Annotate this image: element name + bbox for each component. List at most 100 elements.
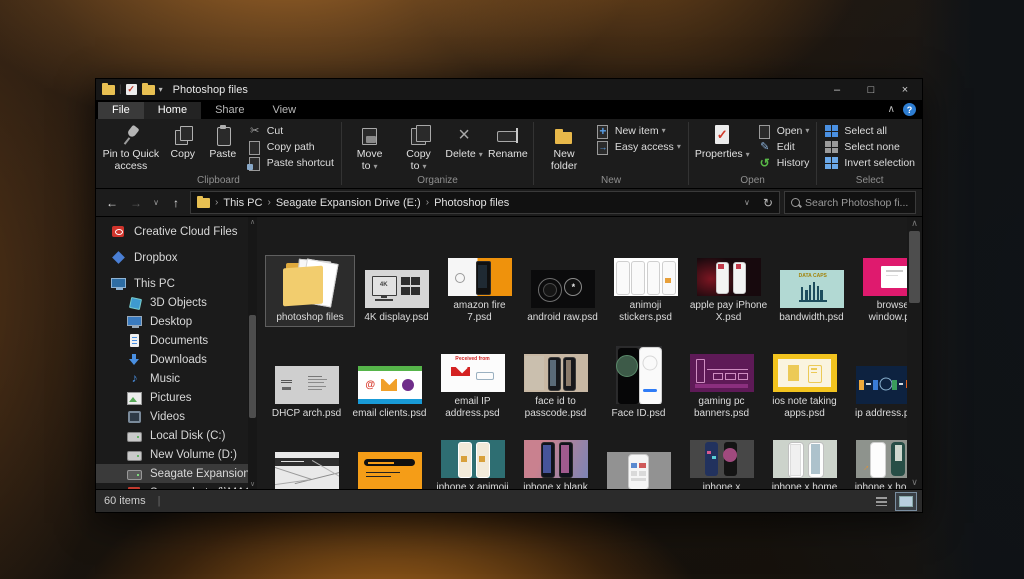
sidebar-item-3d-objects[interactable]: 3D Objects <box>96 293 248 312</box>
content-scrollbar-thumb[interactable] <box>909 231 920 303</box>
close-button[interactable]: × <box>888 79 922 100</box>
edit-button[interactable]: ✎Edit <box>755 139 812 154</box>
scroll-down-icon[interactable]: ∨ <box>907 477 922 488</box>
maximize-button[interactable]: □ <box>854 79 888 100</box>
file-tile[interactable]: gaming pc banners.psd <box>680 351 763 423</box>
cut-button[interactable]: ✂Cut <box>245 123 336 138</box>
file-tile[interactable]: Received fromemail IP address.psd <box>431 351 514 423</box>
details-view-button[interactable] <box>870 492 892 511</box>
properties-button[interactable]: ✓Properties▾ <box>692 121 753 162</box>
sidebar-item-seagate-expansion-drive-e[interactable]: Seagate Expansion Drive (E <box>96 464 248 483</box>
breadcrumb-this-pc[interactable]: This PC <box>223 197 262 209</box>
file-tile[interactable]: apple pay iPhone X.psd <box>687 255 770 327</box>
open-icon <box>757 124 773 138</box>
new-folder-button[interactable]: New folder <box>537 121 591 174</box>
sidebar-item-dropbox[interactable]: Dropbox <box>96 248 248 267</box>
file-tile[interactable]: DHCP arch.psd <box>265 363 348 423</box>
open-button[interactable]: Open▾ <box>755 123 812 138</box>
file-tile[interactable]: iphone x home button.psd <box>763 437 846 489</box>
tab-file[interactable]: File <box>98 102 144 119</box>
qat-properties-icon[interactable]: ✓ <box>126 84 137 95</box>
search-input[interactable]: Search Photoshop fi... <box>784 191 916 214</box>
history-button[interactable]: ↺History <box>755 155 812 170</box>
back-icon[interactable]: ← <box>102 196 122 210</box>
sidebar-scrollbar-thumb[interactable] <box>249 315 256 418</box>
file-tile[interactable]: @email clients.psd <box>348 363 431 423</box>
scroll-up-icon[interactable]: ∧ <box>248 218 257 226</box>
copy-path-button[interactable]: Copy path <box>245 139 336 154</box>
qat-customize-arrow-icon[interactable]: ▾ <box>159 85 163 94</box>
file-tile[interactable]: *android raw.psd <box>521 267 604 327</box>
sidebar-item-pictures[interactable]: Pictures <box>96 388 248 407</box>
cube-icon <box>126 296 143 310</box>
content-scrollbar[interactable]: ∧ ∨ <box>907 217 922 489</box>
file-tile[interactable]: DATA CAPSbandwidth.psd <box>770 267 853 327</box>
items-count: 60 items <box>104 495 146 507</box>
help-icon[interactable]: ? <box>903 103 916 116</box>
file-tile[interactable]: iphone x charging.psd <box>680 437 763 489</box>
file-tile[interactable]: animoji stickers.psd <box>604 255 687 327</box>
file-tile[interactable]: amazon fire 7.psd <box>438 255 521 327</box>
breadcrumb-photoshop-files[interactable]: Photoshop files <box>434 197 509 209</box>
file-tile[interactable]: Face ID.psd <box>597 343 680 423</box>
scroll-up-icon[interactable]: ∧ <box>907 218 922 229</box>
sidebar-item-this-pc[interactable]: This PC <box>96 274 248 293</box>
up-icon[interactable]: ↑ <box>166 196 186 210</box>
breadcrumb-seagate-expansion-drive-e[interactable]: Seagate Expansion Drive (E:) <box>276 197 421 209</box>
easy-access-button[interactable]: →Easy access▾ <box>593 139 683 154</box>
forward-icon[interactable]: → <box>126 196 146 210</box>
file-tile[interactable]: iphone X cc.psd <box>597 449 680 489</box>
recent-locations-icon[interactable]: ∨ <box>150 198 162 207</box>
move-to-button[interactable]: Move to▾ <box>345 121 395 174</box>
invert-selection-button[interactable]: Invert selection <box>822 155 917 170</box>
title-bar[interactable]: | ✓ ▾ Photoshop files – □ × <box>96 79 922 100</box>
qat-new-folder-icon[interactable] <box>142 85 155 95</box>
folder-tile[interactable]: photoshop files <box>265 255 355 327</box>
tab-share[interactable]: Share <box>201 102 258 119</box>
file-tile[interactable]: IP.psd <box>265 449 348 489</box>
sidebar-item-new-volume-d[interactable]: New Volume (D:) <box>96 445 248 464</box>
paste-shortcut-button[interactable]: Paste shortcut <box>245 155 336 170</box>
sidebar-item-documents[interactable]: Documents <box>96 331 248 350</box>
tab-home[interactable]: Home <box>144 102 201 119</box>
copy-to-button[interactable]: Copy to▾ <box>394 121 442 174</box>
refresh-icon[interactable]: ↻ <box>763 196 773 210</box>
select-all-button[interactable]: Select all <box>822 123 917 138</box>
rename-button[interactable]: Rename <box>485 121 530 162</box>
file-tile[interactable]: browser window.psd <box>853 255 907 327</box>
thumbnails-view-button[interactable] <box>895 492 917 511</box>
copy-button[interactable]: Copy <box>163 121 203 162</box>
file-tile[interactable]: ios note taking apps.psd <box>763 351 846 423</box>
file-tile[interactable]: ipconfig.psd <box>348 449 431 489</box>
copy-icon <box>170 123 196 147</box>
file-tile[interactable]: ip address.psd <box>846 363 907 423</box>
pic-icon <box>126 391 143 405</box>
sidebar-item-videos[interactable]: Videos <box>96 407 248 426</box>
dropdown-arrow-icon: ▾ <box>677 142 681 151</box>
paste-button[interactable]: Paste <box>203 121 243 162</box>
sidebar-item-desktop[interactable]: Desktop <box>96 312 248 331</box>
delete-button[interactable]: ×Delete▾ <box>443 121 486 162</box>
sidebar-item-creative-cloud-files[interactable]: Creative Cloud Files <box>96 222 248 241</box>
sidebar-scrollbar[interactable]: ∧ ∨ <box>248 217 257 489</box>
address-dropdown-icon[interactable]: ∨ <box>741 198 753 207</box>
file-thumbnail <box>448 258 512 296</box>
file-name: ios note taking apps.psd <box>766 396 844 420</box>
sidebar-item-local-disk-c[interactable]: Local Disk (C:) <box>96 426 248 445</box>
file-tile[interactable]: iphone x animoji stickers.psd <box>431 437 514 489</box>
scroll-down-icon[interactable]: ∨ <box>248 480 257 488</box>
file-tile[interactable]: 4K4K display.psd <box>355 267 438 327</box>
collapse-ribbon-icon[interactable]: ∧ <box>888 104 895 115</box>
tab-view[interactable]: View <box>258 102 310 119</box>
file-tile[interactable]: iphone x blank lock screen.psd <box>514 437 597 489</box>
sidebar-item-music[interactable]: ♪Music <box>96 369 248 388</box>
file-tile[interactable]: →iphone x home screen.psd <box>846 437 907 489</box>
file-tile[interactable]: face id to passcode.psd <box>514 351 597 423</box>
pin-to-quick-access-button[interactable]: Pin to Quick access <box>99 121 163 174</box>
new-item-button[interactable]: +New item▾ <box>593 123 683 138</box>
select-none-button[interactable]: Select none <box>822 139 917 154</box>
breadcrumb[interactable]: ›This PC›Seagate Expansion Drive (E:)›Ph… <box>190 191 780 214</box>
minimize-button[interactable]: – <box>820 79 854 100</box>
address-bar: ← → ∨ ↑ ›This PC›Seagate Expansion Drive… <box>96 189 922 217</box>
sidebar-item-downloads[interactable]: Downloads <box>96 350 248 369</box>
